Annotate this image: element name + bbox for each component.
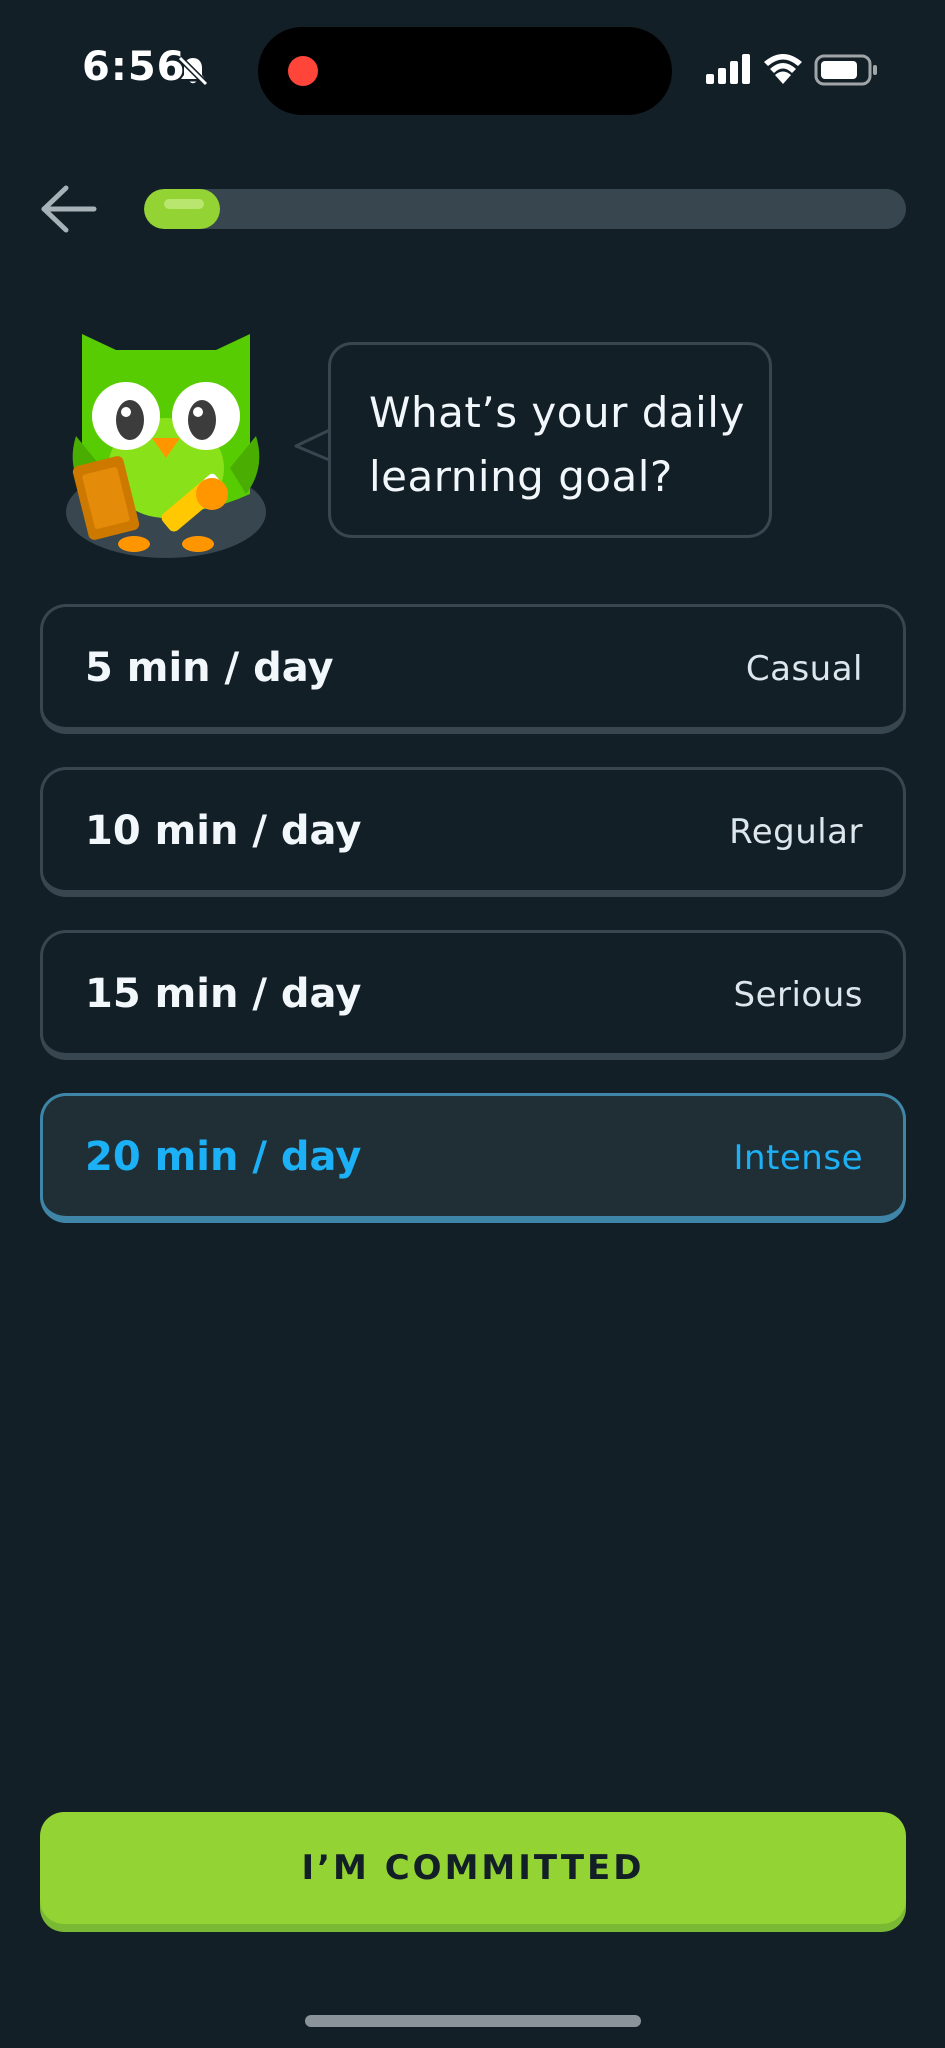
goal-option-regular[interactable]: 10 min / day Regular [40, 767, 906, 897]
goal-option-time: 10 min / day [85, 808, 362, 854]
bell-slash-icon [177, 55, 209, 87]
owl-mascot-icon [66, 334, 266, 558]
speech-bubble: What’s your daily learning goal? [328, 342, 772, 538]
im-committed-button[interactable]: I’M COMMITTED [40, 1812, 906, 1924]
goal-option-level: Casual [745, 649, 863, 689]
progress-fill [144, 189, 221, 229]
recording-dot-icon [288, 56, 318, 86]
goal-option-serious[interactable]: 15 min / day Serious [40, 930, 906, 1060]
wifi-icon [764, 54, 802, 84]
cellular-signal-icon [706, 54, 750, 84]
im-committed-label: I’M COMMITTED [301, 1848, 645, 1888]
status-time: 6:56 [82, 44, 186, 90]
goal-option-time: 5 min / day [85, 645, 334, 691]
prompt-question: What’s your daily learning goal? [369, 388, 745, 501]
goal-option-intense[interactable]: 20 min / day Intense [40, 1093, 906, 1223]
goal-option-level: Serious [733, 975, 863, 1015]
back-arrow-icon[interactable] [38, 182, 100, 236]
battery-icon [814, 54, 877, 86]
progress-shine [164, 199, 204, 209]
progress-bar [144, 189, 906, 229]
goal-option-time: 20 min / day [85, 1134, 362, 1180]
goal-option-level: Regular [729, 812, 863, 852]
dynamic-island [258, 27, 672, 115]
goal-option-time: 15 min / day [85, 971, 362, 1017]
goal-option-level: Intense [733, 1138, 863, 1178]
status-bar: 6:56 [0, 0, 945, 140]
home-indicator[interactable] [305, 2015, 641, 2027]
goal-option-casual[interactable]: 5 min / day Casual [40, 604, 906, 734]
